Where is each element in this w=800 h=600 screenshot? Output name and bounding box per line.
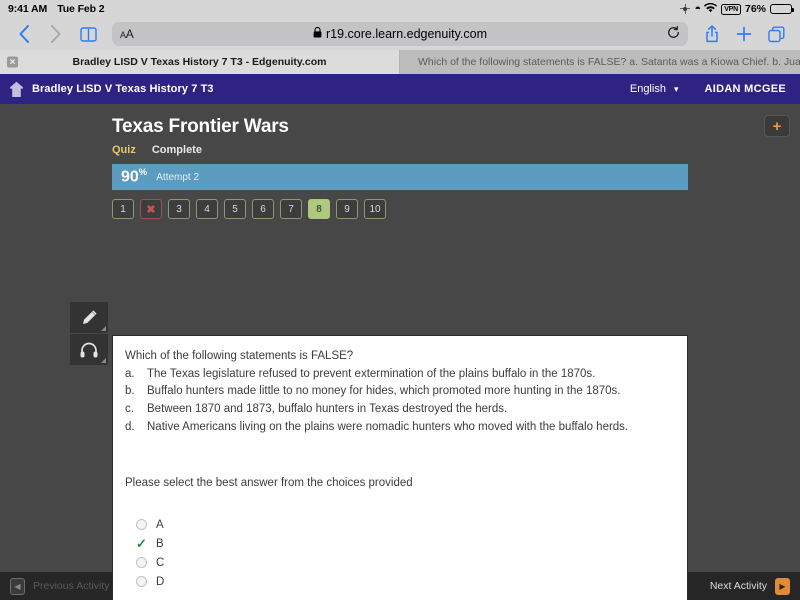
choice-c: c. Between 1870 and 1873, buffalo hunter… <box>125 401 673 418</box>
choice-a: a. The Texas legislature refused to prev… <box>125 366 673 383</box>
course-title: Bradley LISD V Texas History 7 T3 <box>32 83 214 95</box>
previous-activity-button: ◀ <box>10 577 25 595</box>
audio-tool[interactable] <box>70 334 108 366</box>
answer-label: B <box>156 537 164 550</box>
lesson-tabs: Quiz Complete <box>112 144 800 156</box>
radio-icon[interactable] <box>136 557 147 569</box>
choice-letter: c. <box>125 403 134 416</box>
tabs-icon[interactable] <box>762 21 790 47</box>
home-icon[interactable] <box>0 81 32 98</box>
url-display: r19.core.learn.edgenuity.com <box>112 26 688 41</box>
wifi-icon: ◓ <box>694 3 718 15</box>
answer-label: A <box>156 518 164 531</box>
status-time: 9:41 AM <box>8 3 48 15</box>
progress-bar: 90% Attempt 2 <box>112 164 688 190</box>
status-date: Tue Feb 2 <box>57 3 105 15</box>
choice-letter: b. <box>125 385 135 398</box>
lesson-header: Texas Frontier Wars Quiz Complete <box>0 104 800 156</box>
tool-rail <box>70 302 108 366</box>
score-percent: 90% <box>121 167 148 186</box>
browser-toolbar: AA r19.core.learn.edgenuity.com <box>0 18 800 50</box>
question-button-5[interactable]: 5 <box>224 199 246 219</box>
choice-text: Buffalo hunters made little to no money … <box>147 385 621 398</box>
question-button-8[interactable]: 8 <box>308 199 330 219</box>
radio-icon[interactable] <box>136 519 147 531</box>
sun-icon <box>680 4 691 14</box>
vpn-badge: VPN <box>721 3 741 15</box>
chevron-left-icon[interactable] <box>10 21 38 47</box>
previous-activity-label: Previous Activity <box>33 580 110 592</box>
next-activity-button[interactable]: ▶ <box>775 577 790 595</box>
question-button-6[interactable]: 6 <box>252 199 274 219</box>
answer-option-b[interactable]: ✓ B <box>125 534 673 553</box>
tab-quiz[interactable]: Quiz <box>112 144 136 156</box>
battery-icon <box>770 4 795 14</box>
answer-label: C <box>156 556 165 569</box>
url-text: r19.core.learn.edgenuity.com <box>326 27 487 41</box>
question-choices: a. The Texas legislature refused to prev… <box>125 366 673 436</box>
chevron-down-icon[interactable]: ▾ <box>674 84 705 95</box>
choice-text: Between 1870 and 1873, buffalo hunters i… <box>147 403 508 416</box>
battery-percent: 76% <box>744 3 766 15</box>
answer-label: D <box>156 575 165 588</box>
answer-option-a[interactable]: A <box>125 515 673 534</box>
lesson-stage: + Texas Frontier Wars Quiz Complete 90% … <box>0 104 800 600</box>
question-button-1[interactable]: 1 <box>112 199 134 219</box>
choice-b: b. Buffalo hunters made little to no mon… <box>125 383 673 400</box>
chevron-right-icon <box>42 21 70 47</box>
question-button-4[interactable]: 4 <box>196 199 218 219</box>
question-body: Which of the following statements is FAL… <box>113 336 687 600</box>
question-card: Which of the following statements is FAL… <box>112 335 688 600</box>
book-icon[interactable] <box>74 21 102 47</box>
add-plus-button[interactable]: + <box>764 115 790 137</box>
browser-tab-active[interactable]: ✕ Bradley LISD V Texas History 7 T3 - Ed… <box>0 50 400 74</box>
browser-tab-label: Bradley LISD V Texas History 7 T3 - Edge… <box>72 56 327 68</box>
lock-icon <box>313 26 322 41</box>
share-icon[interactable] <box>698 21 726 47</box>
question-button-3[interactable]: 3 <box>168 199 190 219</box>
attempt-label: Attempt 2 <box>156 171 200 183</box>
question-button-2[interactable]: ✖ <box>140 199 162 219</box>
browser-tab-label: Which of the following statements is FAL… <box>418 56 800 68</box>
browser-tab-inactive[interactable]: Which of the following statements is FAL… <box>400 50 800 74</box>
choice-d: d. Native Americans living on the plains… <box>125 419 673 436</box>
next-activity-label[interactable]: Next Activity <box>710 580 767 592</box>
answer-prompt: Please select the best answer from the c… <box>125 477 413 490</box>
choice-letter: d. <box>125 420 135 433</box>
language-selector-label[interactable]: English <box>630 83 674 95</box>
browser-tab-bar: ✕ Bradley LISD V Texas History 7 T3 - Ed… <box>0 50 800 74</box>
answer-option-d[interactable]: D <box>125 572 673 591</box>
url-bar[interactable]: AA r19.core.learn.edgenuity.com <box>112 22 688 46</box>
user-name[interactable]: AIDAN MCGEE <box>704 83 786 95</box>
question-stem: Which of the following statements is FAL… <box>125 350 354 362</box>
check-icon[interactable]: ✓ <box>136 537 147 550</box>
choice-text: Native Americans living on the plains we… <box>147 420 629 433</box>
choice-letter: a. <box>125 367 135 380</box>
tab-complete[interactable]: Complete <box>152 144 202 156</box>
app-header: Bradley LISD V Texas History 7 T3 Englis… <box>0 74 800 104</box>
ios-status-bar: 9:41 AM Tue Feb 2 ◓ VPN 76% <box>0 0 800 18</box>
question-button-7[interactable]: 7 <box>280 199 302 219</box>
new-tab-plus-icon[interactable] <box>730 21 758 47</box>
question-nav: 1 ✖ 3 4 5 6 7 8 9 10 <box>112 199 800 219</box>
text-size-button[interactable]: AA <box>120 27 134 41</box>
answer-option-c[interactable]: C <box>125 553 673 572</box>
question-button-10[interactable]: 10 <box>364 199 386 219</box>
choice-text: The Texas legislature refused to prevent… <box>147 367 596 380</box>
page-title: Texas Frontier Wars <box>112 116 289 137</box>
highlighter-tool[interactable] <box>70 302 108 334</box>
radio-icon[interactable] <box>136 576 147 588</box>
reload-icon[interactable] <box>667 25 680 42</box>
close-icon[interactable]: ✕ <box>7 56 18 68</box>
answer-options: A ✓ B C D <box>125 515 673 591</box>
question-button-9[interactable]: 9 <box>336 199 358 219</box>
